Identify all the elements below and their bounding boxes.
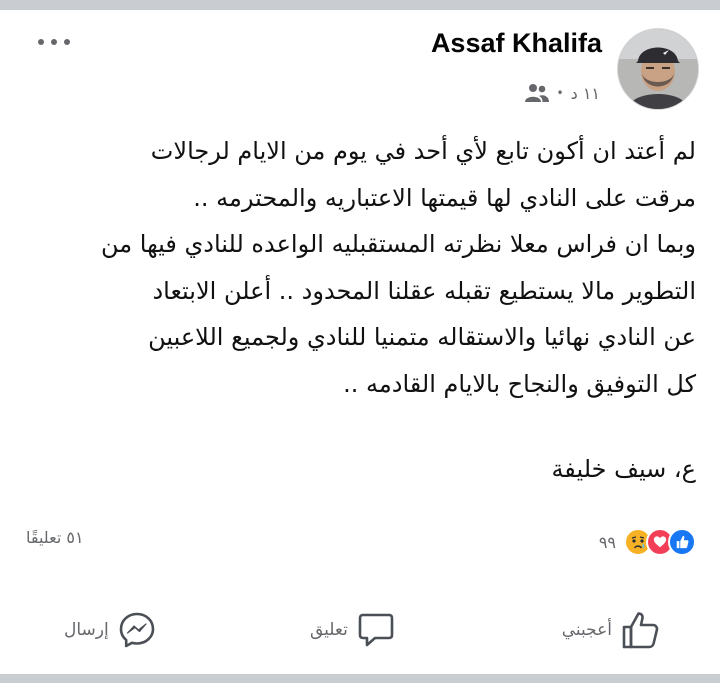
more-icon — [38, 39, 44, 45]
post-body-text: لم أعتد ان أكون تابع لأي أحد في يوم من ا… — [101, 137, 696, 398]
post-meta: ١١ د • — [524, 80, 600, 106]
send-label: إرسال — [64, 620, 109, 640]
comments-count[interactable]: ٥١ تعليقًا — [26, 528, 84, 547]
messenger-icon — [119, 612, 155, 648]
comment-button[interactable]: تعليق — [310, 606, 396, 654]
like-icon — [622, 612, 659, 649]
send-messenger-button[interactable]: إرسال — [64, 606, 157, 654]
friends-icon[interactable] — [524, 82, 550, 104]
reactions-count: ٩٩ — [598, 532, 616, 552]
author-name[interactable]: Assaf Khalifa — [431, 28, 602, 59]
like-reaction-icon — [668, 528, 696, 556]
post-signature: ع، سيف خليفة — [551, 455, 696, 483]
comment-label: تعليق — [310, 620, 348, 640]
like-button[interactable]: أعجبني — [562, 606, 662, 654]
feed-divider-bottom — [0, 674, 720, 683]
avatar-photo — [618, 29, 698, 109]
more-icon — [64, 39, 70, 45]
feed-divider-top — [0, 0, 720, 10]
reactions-summary[interactable]: ٩٩ — [599, 527, 696, 557]
more-options-button[interactable] — [34, 30, 74, 54]
post-timestamp[interactable]: ١١ د — [571, 84, 600, 103]
comment-icon — [358, 613, 394, 647]
more-icon — [51, 39, 57, 45]
meta-separator: • — [556, 86, 564, 100]
like-label: أعجبني — [561, 620, 612, 640]
author-avatar[interactable] — [617, 28, 699, 110]
